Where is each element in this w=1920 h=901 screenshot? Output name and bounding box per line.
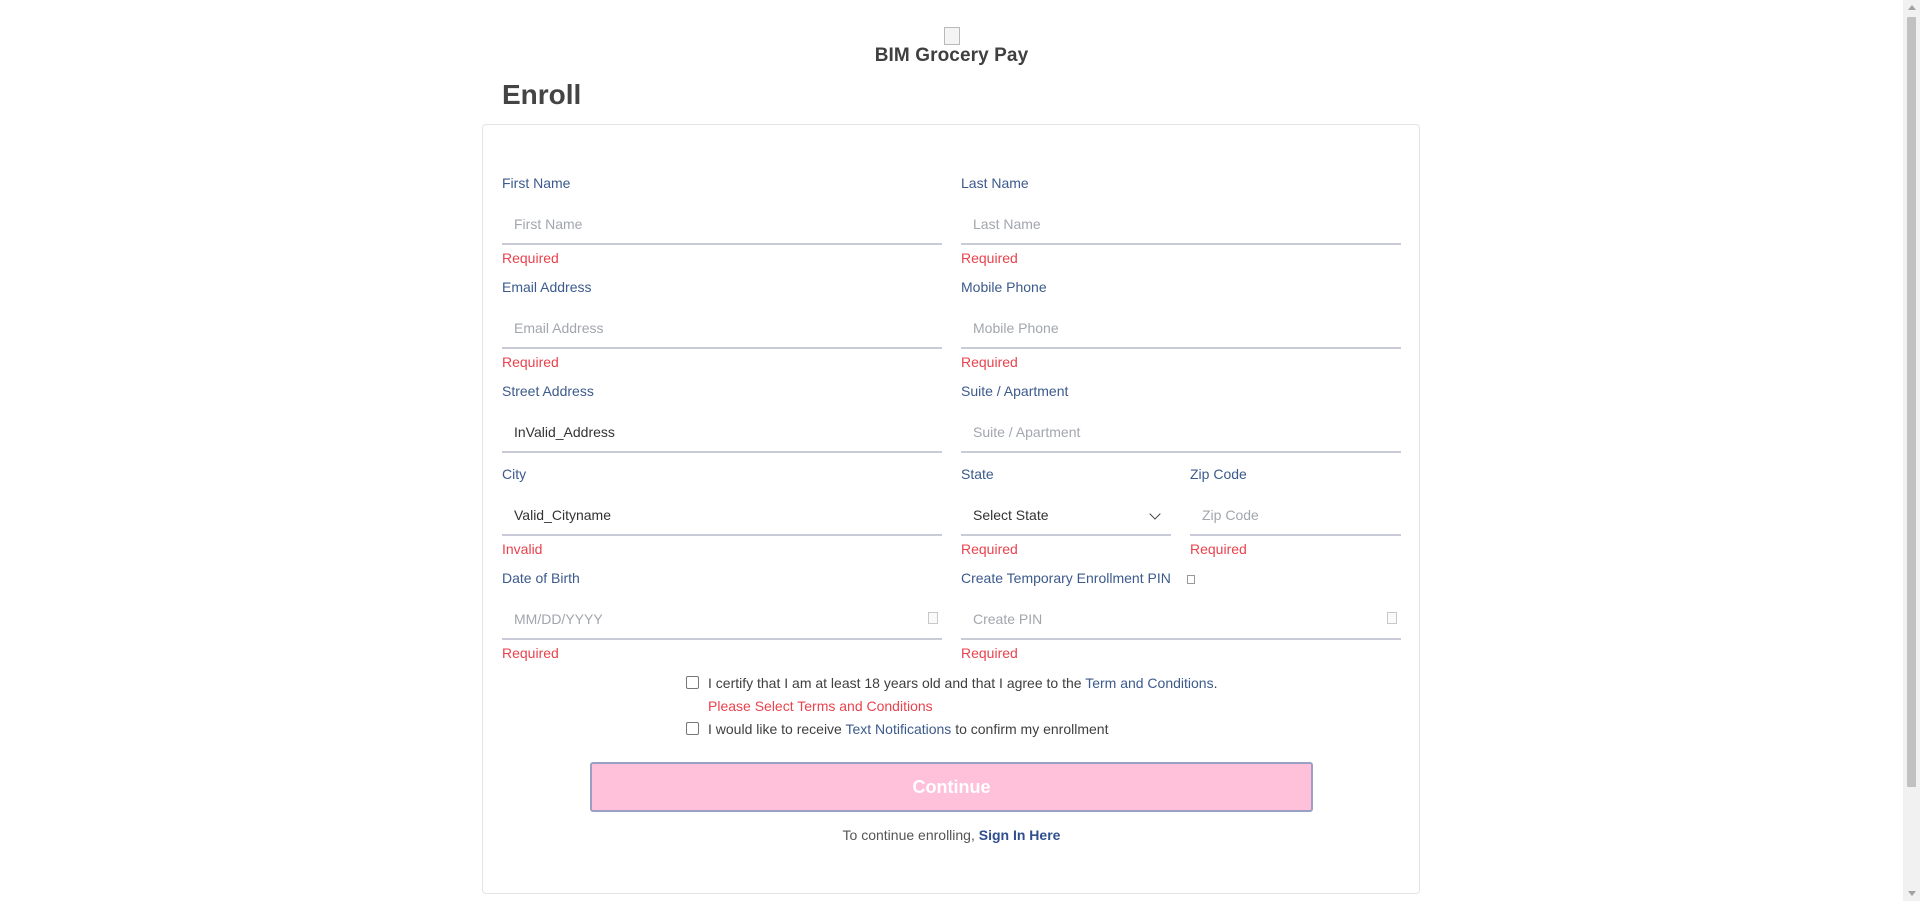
notifications-link[interactable]: Text Notifications xyxy=(845,721,951,737)
zip-code-field: Zip Code Zip Code Required xyxy=(1190,465,1401,558)
email-label: Email Address xyxy=(502,279,592,295)
date-of-birth-input[interactable]: MM/DD/YYYY xyxy=(502,604,942,640)
enroll-page: BIM Grocery Pay Enroll First Name First … xyxy=(0,0,1903,901)
pin-input[interactable]: Create PIN xyxy=(961,604,1401,640)
mobile-phone-label: Mobile Phone xyxy=(961,279,1047,295)
terms-text: I certify that I am at least 18 years ol… xyxy=(708,675,1086,691)
consent-checkboxes: I certify that I am at least 18 years ol… xyxy=(686,673,1217,741)
last-name-error: Required xyxy=(961,250,1018,266)
pin-label-row: Create Temporary Enrollment PIN xyxy=(961,569,1401,587)
continue-button[interactable]: Continue xyxy=(590,762,1313,812)
scroll-down-arrow-icon[interactable] xyxy=(1908,891,1916,896)
pin-error: Required xyxy=(961,645,1018,661)
last-name-input[interactable]: Last Name xyxy=(961,209,1401,245)
zip-code-label: Zip Code xyxy=(1190,466,1247,482)
state-field: State Select State Required xyxy=(961,465,1171,558)
page-scrollbar[interactable] xyxy=(1903,0,1920,901)
street-address-input[interactable]: InValid_Address xyxy=(502,417,942,453)
zip-code-placeholder: Zip Code xyxy=(1202,507,1259,523)
mobile-phone-error: Required xyxy=(961,354,1018,370)
date-of-birth-field: Date of Birth MM/DD/YYYY Required xyxy=(502,569,942,662)
terms-checkbox[interactable] xyxy=(686,676,699,689)
signin-link[interactable]: Sign In Here xyxy=(979,827,1061,843)
street-address-field: Street Address InValid_Address xyxy=(502,382,942,453)
zip-code-error: Required xyxy=(1190,541,1247,557)
first-name-placeholder: First Name xyxy=(514,216,583,232)
city-field: City Valid_Cityname Invalid xyxy=(502,465,942,558)
notifications-text-after: to confirm my enrollment xyxy=(951,721,1109,737)
pin-field: Create Temporary Enrollment PIN Create P… xyxy=(961,569,1401,662)
broken-image-icon xyxy=(943,27,960,45)
last-name-field: Last Name Last Name Required xyxy=(961,174,1401,267)
notifications-text: I would like to receive xyxy=(708,721,846,737)
last-name-label: Last Name xyxy=(961,175,1029,191)
last-name-placeholder: Last Name xyxy=(973,216,1041,232)
zip-code-input[interactable]: Zip Code xyxy=(1190,500,1401,536)
info-icon[interactable] xyxy=(1186,575,1195,584)
city-error: Invalid xyxy=(502,541,543,557)
mobile-phone-placeholder: Mobile Phone xyxy=(973,320,1059,336)
date-of-birth-label: Date of Birth xyxy=(502,570,580,586)
city-input[interactable]: Valid_Cityname xyxy=(502,500,942,536)
scrollbar-thumb[interactable] xyxy=(1907,17,1916,787)
signin-prefix: To continue enrolling, xyxy=(842,827,979,843)
mobile-phone-field: Mobile Phone Mobile Phone Required xyxy=(961,278,1401,371)
signin-prompt: To continue enrolling, Sign In Here xyxy=(0,827,1903,843)
notifications-checkbox[interactable] xyxy=(686,722,699,735)
city-value: Valid_Cityname xyxy=(514,507,612,523)
suite-apartment-input[interactable]: Suite / Apartment xyxy=(961,417,1401,453)
first-name-label: First Name xyxy=(502,175,571,191)
first-name-error: Required xyxy=(502,250,559,266)
suite-apartment-field: Suite / Apartment Suite / Apartment xyxy=(961,382,1401,453)
state-error: Required xyxy=(961,541,1018,557)
email-input[interactable]: Email Address xyxy=(502,313,942,349)
suite-apartment-label: Suite / Apartment xyxy=(961,383,1069,399)
brand-name: BIM Grocery Pay xyxy=(874,45,1029,66)
state-select[interactable]: Select State xyxy=(961,500,1171,536)
page-title: Enroll xyxy=(502,79,582,110)
email-error: Required xyxy=(502,354,559,370)
pin-placeholder: Create PIN xyxy=(973,611,1043,627)
terms-row: I certify that I am at least 18 years ol… xyxy=(686,673,1217,695)
calendar-icon[interactable] xyxy=(928,612,938,624)
state-selected-value: Select State xyxy=(973,507,1049,523)
first-name-field: First Name First Name Required xyxy=(502,174,942,267)
date-of-birth-placeholder: MM/DD/YYYY xyxy=(514,611,603,627)
chevron-down-icon xyxy=(1149,508,1161,520)
scroll-up-arrow-icon[interactable] xyxy=(1908,5,1916,10)
mobile-phone-input[interactable]: Mobile Phone xyxy=(961,313,1401,349)
suite-apartment-placeholder: Suite / Apartment xyxy=(973,424,1081,440)
notifications-row: I would like to receive Text Notificatio… xyxy=(686,719,1217,741)
email-field: Email Address Email Address Required xyxy=(502,278,942,371)
street-address-label: Street Address xyxy=(502,383,594,399)
terms-link[interactable]: Term and Conditions xyxy=(1085,675,1213,691)
street-address-value: InValid_Address xyxy=(514,424,615,440)
terms-text-after: . xyxy=(1213,675,1218,691)
email-placeholder: Email Address xyxy=(514,320,604,336)
date-of-birth-error: Required xyxy=(502,645,559,661)
pin-label: Create Temporary Enrollment PIN xyxy=(961,570,1171,586)
eye-icon[interactable] xyxy=(1387,612,1397,624)
state-label: State xyxy=(961,466,994,482)
first-name-input[interactable]: First Name xyxy=(502,209,942,245)
city-label: City xyxy=(502,466,527,482)
terms-error: Please Select Terms and Conditions xyxy=(708,698,933,714)
brand-header: BIM Grocery Pay xyxy=(0,27,1903,67)
